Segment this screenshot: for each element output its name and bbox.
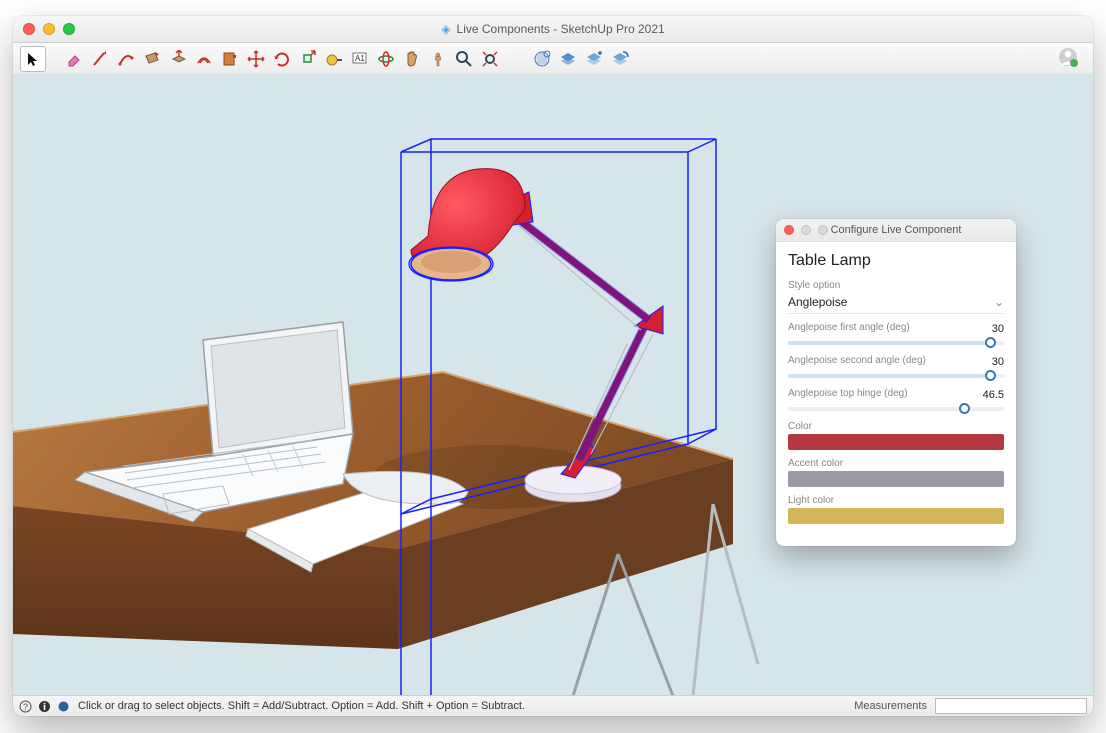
window-title-text: Live Components - SketchUp Pro 2021	[457, 22, 665, 36]
tool-push-pull[interactable]	[166, 47, 190, 71]
tool-zoom[interactable]	[452, 47, 476, 71]
tool-text[interactable]: A1	[348, 47, 372, 71]
style-option-select[interactable]: Anglepoise ⌄	[788, 293, 1004, 314]
slider-value-2: 46.5	[983, 389, 1004, 401]
tool-paint[interactable]	[218, 47, 242, 71]
color-label-0: Color	[788, 421, 1004, 432]
color-swatch-2[interactable]	[788, 508, 1004, 524]
slider-value-1: 30	[992, 356, 1004, 368]
tool-move[interactable]	[244, 47, 268, 71]
slider-value-0: 30	[992, 323, 1004, 335]
ext-layers-1[interactable]	[556, 47, 580, 71]
measurements-input[interactable]	[935, 698, 1087, 714]
slider-1[interactable]	[788, 370, 1004, 380]
measurements-label: Measurements	[854, 700, 927, 712]
svg-text:?: ?	[23, 702, 28, 712]
ext-layers-3[interactable]	[608, 47, 632, 71]
tool-orbit[interactable]	[374, 47, 398, 71]
app-window: ◈ Live Components - SketchUp Pro 2021 A1	[13, 16, 1093, 716]
viewport-3d[interactable]: Configure Live Component Table Lamp Styl…	[13, 74, 1093, 696]
main-toolbar: A1	[13, 43, 1093, 76]
configure-live-component-panel: Configure Live Component Table Lamp Styl…	[776, 219, 1016, 546]
style-option-label: Style option	[788, 280, 1004, 291]
slider-track-1	[788, 374, 1004, 378]
geo-icon[interactable]	[57, 700, 70, 713]
color-label-1: Accent color	[788, 458, 1004, 469]
slider-track-0	[788, 341, 1004, 345]
ext-layers-2[interactable]	[582, 47, 606, 71]
status-bar: ? Click or drag to select objects. Shift…	[13, 695, 1093, 716]
app-icon: ◈	[441, 22, 450, 36]
slider-thumb-1[interactable]	[985, 370, 996, 381]
window-title: ◈ Live Components - SketchUp Pro 2021	[13, 22, 1093, 36]
panel-title: Configure Live Component	[776, 224, 1016, 236]
panel-heading: Table Lamp	[788, 252, 1004, 270]
style-option-value: Anglepoise	[788, 295, 847, 309]
slider-thumb-0[interactable]	[985, 337, 996, 348]
tool-offset[interactable]	[192, 47, 216, 71]
tool-rotate[interactable]	[270, 47, 294, 71]
slider-0[interactable]	[788, 337, 1004, 347]
panel-titlebar[interactable]: Configure Live Component	[776, 219, 1016, 242]
info-icon[interactable]	[38, 700, 51, 713]
slider-label-1: Anglepoise second angle (deg)	[788, 355, 926, 366]
tool-rectangle[interactable]	[140, 47, 164, 71]
color-swatch-0[interactable]	[788, 434, 1004, 450]
tool-line[interactable]	[88, 47, 112, 71]
slider-track-2	[788, 407, 1004, 411]
tool-tape-measure[interactable]	[322, 47, 346, 71]
titlebar: ◈ Live Components - SketchUp Pro 2021	[13, 16, 1093, 43]
color-swatch-1[interactable]	[788, 471, 1004, 487]
tool-pan[interactable]	[400, 47, 424, 71]
tool-zoom-extents[interactable]	[478, 47, 502, 71]
tool-scale[interactable]	[296, 47, 320, 71]
slider-label-0: Anglepoise first angle (deg)	[788, 322, 910, 333]
account-icon[interactable]	[1057, 46, 1087, 73]
svg-text:A1: A1	[355, 54, 365, 63]
status-hint: Click or drag to select objects. Shift =…	[78, 700, 525, 712]
ext-warehouse[interactable]	[530, 47, 554, 71]
help-icon[interactable]: ?	[19, 700, 32, 713]
tool-walk[interactable]	[426, 47, 450, 71]
chevron-down-icon: ⌄	[994, 295, 1004, 309]
slider-thumb-2[interactable]	[959, 403, 970, 414]
tool-select[interactable]	[20, 46, 46, 72]
tool-arc[interactable]	[114, 47, 138, 71]
color-label-2: Light color	[788, 495, 1004, 506]
slider-label-2: Anglepoise top hinge (deg)	[788, 388, 908, 399]
tool-eraser[interactable]	[62, 47, 86, 71]
slider-2[interactable]	[788, 403, 1004, 413]
